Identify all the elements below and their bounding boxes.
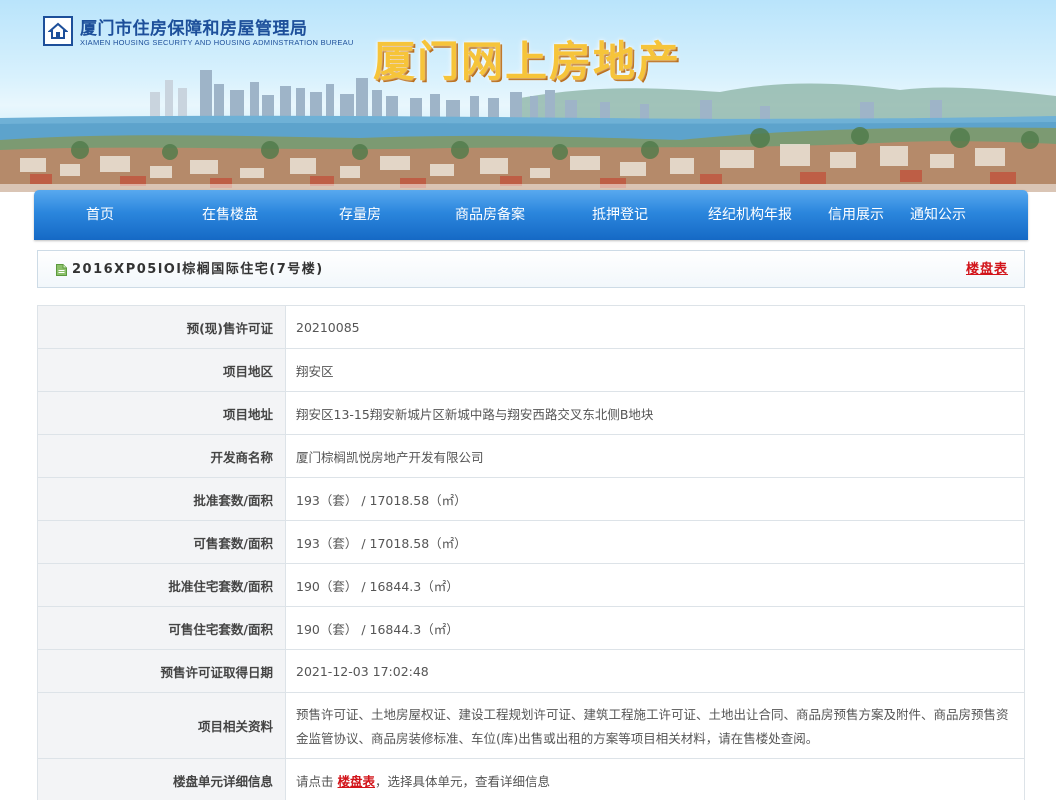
bureau-logo-icon [43, 16, 73, 46]
header-banner: 厦门市住房保障和房屋管理局 XIAMEN HOUSING SECURITY AN… [0, 0, 1056, 192]
table-row: 项目相关资料 预售许可证、土地房屋权证、建设工程规划许可证、建筑工程施工许可证、… [37, 692, 1025, 759]
row-value: 190（套） / 16844.3（㎡） [285, 606, 1025, 650]
table-row: 可售住宅套数/面积 190（套） / 16844.3（㎡） [37, 606, 1025, 650]
main-nav: 首页 在售楼盘 存量房 商品房备案 抵押登记 经纪机构年报 信用展示 通知公示 [34, 190, 1028, 240]
project-title-bar: 2016XP05lOl棕榈国际住宅(7号楼) 楼盘表 [37, 250, 1025, 288]
row-value: 190（套） / 16844.3（㎡） [285, 563, 1025, 607]
row-value: 预售许可证、土地房屋权证、建设工程规划许可证、建筑工程施工许可证、土地出让合同、… [285, 692, 1025, 759]
table-row: 预售许可证取得日期 2021-12-03 17:02:48 [37, 649, 1025, 693]
building-table-inline-link[interactable]: 楼盘表 [338, 774, 376, 789]
row-label: 楼盘单元详细信息 [37, 758, 286, 800]
table-row: 项目地区 翔安区 [37, 348, 1025, 392]
table-row: 预(现)售许可证 20210085 [37, 305, 1025, 349]
table-row: 楼盘单元详细信息 请点击 楼盘表，选择具体单元，查看详细信息 [37, 758, 1025, 800]
project-title: 2016XP05lOl棕榈国际住宅(7号楼) [72, 262, 324, 277]
row-label: 可售套数/面积 [37, 520, 286, 564]
table-row: 批准套数/面积 193（套） / 17018.58（㎡） [37, 477, 1025, 521]
row-label: 预(现)售许可证 [37, 305, 286, 349]
bureau-name-cn: 厦门市住房保障和房屋管理局 [80, 19, 308, 39]
row-value: 193（套） / 17018.58（㎡） [285, 520, 1025, 564]
row-label: 可售住宅套数/面积 [37, 606, 286, 650]
table-row: 项目地址 翔安区13-15翔安新城片区新城中路与翔安西路交叉东北侧B地块 [37, 391, 1025, 435]
row-label: 项目地区 [37, 348, 286, 392]
row-label: 项目地址 [37, 391, 286, 435]
row-value: 翔安区 [285, 348, 1025, 392]
row-value: 厦门棕榈凯悦房地产开发有限公司 [285, 434, 1025, 478]
row-label: 预售许可证取得日期 [37, 649, 286, 693]
row-label: 开发商名称 [37, 434, 286, 478]
row-value: 请点击 楼盘表，选择具体单元，查看详细信息 [285, 758, 1025, 800]
building-table-link[interactable]: 楼盘表 [966, 251, 1008, 289]
row-value: 翔安区13-15翔安新城片区新城中路与翔安西路交叉东北侧B地块 [285, 391, 1025, 435]
nav-item-filing[interactable]: 商品房备案 [455, 190, 525, 240]
nav-item-agency-report[interactable]: 经纪机构年报 [708, 190, 792, 240]
row-label: 批准住宅套数/面积 [37, 563, 286, 607]
row-value: 20210085 [285, 305, 1025, 349]
unit-info-suffix: ，选择具体单元，查看详细信息 [375, 773, 551, 789]
nav-item-mortgage[interactable]: 抵押登记 [592, 190, 648, 240]
nav-item-existing[interactable]: 存量房 [339, 190, 381, 240]
bureau-name-en: XIAMEN HOUSING SECURITY AND HOUSING ADMI… [80, 38, 354, 47]
table-row: 可售套数/面积 193（套） / 17018.58（㎡） [37, 520, 1025, 564]
document-icon [56, 264, 67, 276]
nav-item-home[interactable]: 首页 [86, 190, 114, 240]
table-row: 开发商名称 厦门棕榈凯悦房地产开发有限公司 [37, 434, 1025, 478]
nav-item-on-sale[interactable]: 在售楼盘 [202, 190, 258, 240]
site-title: 厦门网上房地产 [373, 37, 682, 86]
nav-item-notices[interactable]: 通知公示 [910, 190, 966, 240]
table-row: 批准住宅套数/面积 190（套） / 16844.3（㎡） [37, 563, 1025, 607]
project-info-table: 预(现)售许可证 20210085 项目地区 翔安区 项目地址 翔安区13-15… [37, 305, 1025, 800]
nav-item-credit[interactable]: 信用展示 [828, 190, 884, 240]
row-value: 2021-12-03 17:02:48 [285, 649, 1025, 693]
row-label: 批准套数/面积 [37, 477, 286, 521]
row-value: 193（套） / 17018.58（㎡） [285, 477, 1025, 521]
row-label: 项目相关资料 [37, 692, 286, 759]
page: 厦门市住房保障和房屋管理局 XIAMEN HOUSING SECURITY AN… [0, 0, 1056, 800]
unit-info-prefix: 请点击 [296, 773, 334, 789]
